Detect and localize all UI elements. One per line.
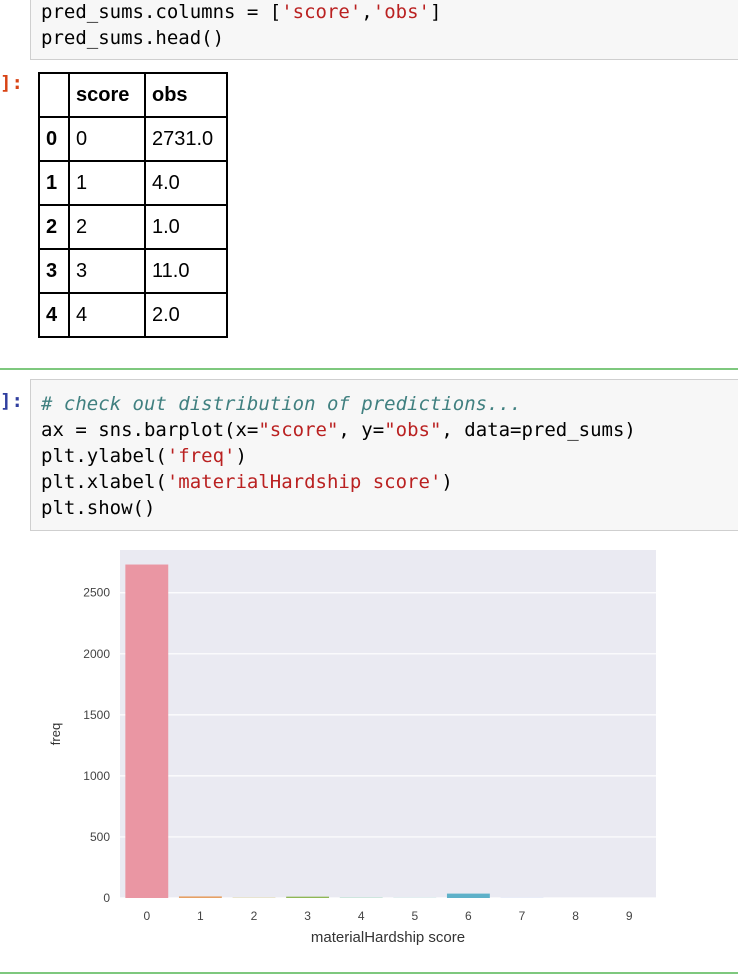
dataframe-table: score obs 0 0 2731.0 1 1 4.0 2 2 1.0 3 3… (38, 72, 228, 338)
row-index: 1 (38, 160, 70, 206)
table-cell: 2731.0 (144, 116, 228, 162)
x-tick-label: 3 (304, 909, 311, 923)
code-line: ax = sns.barplot(x="score", y="obs", dat… (41, 419, 636, 441)
table-row: 4 4 2.0 (38, 292, 228, 338)
table-row: 2 2 1.0 (38, 204, 228, 250)
bar-chart: 0 500 1000 1500 2000 2500 0 1 2 3 4 5 6 7 8 9 materialHa… (48, 550, 656, 946)
output-prompt: ]: (0, 72, 23, 94)
row-index: 0 (38, 116, 70, 162)
row-index: 3 (38, 248, 70, 294)
table-row: 1 1 4.0 (38, 160, 228, 206)
x-tick-label: 8 (572, 909, 579, 923)
row-index: 4 (38, 292, 70, 338)
table-header-cell: obs (144, 72, 228, 118)
x-tick-label: 1 (197, 909, 204, 923)
table-header-row: score obs (38, 72, 228, 118)
table-header-cell: score (68, 72, 146, 118)
code-comment: # check out distribution of predictions.… (41, 393, 522, 415)
bar (178, 896, 222, 898)
code-cell-2[interactable]: # check out distribution of predictions.… (30, 379, 738, 531)
y-tick-label: 500 (90, 830, 110, 844)
row-index: 2 (38, 204, 70, 250)
cell-divider (0, 972, 738, 974)
x-tick-label: 7 (519, 909, 526, 923)
code-cell-1[interactable]: pred_sums.columns = ['score','obs'] pred… (30, 0, 738, 60)
table-cell: 11.0 (144, 248, 228, 294)
table-cell: 4.0 (144, 160, 228, 206)
table-cell: 0 (68, 116, 146, 162)
bar (286, 896, 330, 898)
table-cell: 3 (68, 248, 146, 294)
table-cell: 2.0 (144, 292, 228, 338)
x-tick-label: 5 (411, 909, 418, 923)
x-tick-label: 6 (465, 909, 472, 923)
table-cell: 1.0 (144, 204, 228, 250)
table-header-cell (38, 72, 70, 118)
x-axis-label: materialHardship score (311, 929, 465, 946)
code-line: pred_sums.head() (41, 27, 225, 49)
code-line: plt.ylabel('freq') (41, 445, 247, 467)
y-axis-label: freq (48, 723, 63, 745)
code-line: plt.show() (41, 497, 156, 519)
x-tick-label: 0 (143, 909, 150, 923)
code-line: pred_sums.columns = ['score','obs'] (41, 1, 442, 23)
bar (446, 893, 490, 898)
y-tick-label: 2500 (83, 586, 110, 600)
x-tick-label: 2 (251, 909, 258, 923)
plot-area (120, 550, 656, 898)
table-row: 0 0 2731.0 (38, 116, 228, 162)
code-line: plt.xlabel('materialHardship score') (41, 471, 453, 493)
table-row: 3 3 11.0 (38, 248, 228, 294)
y-tick-label: 1000 (83, 769, 110, 783)
table-cell: 4 (68, 292, 146, 338)
x-tick-label: 9 (626, 909, 633, 923)
bar (125, 564, 169, 898)
input-prompt: ]: (0, 390, 23, 412)
table-cell: 1 (68, 160, 146, 206)
y-tick-label: 1500 (83, 708, 110, 722)
y-tick-label: 0 (103, 891, 110, 905)
x-tick-label: 4 (358, 909, 365, 923)
table-cell: 2 (68, 204, 146, 250)
y-tick-label: 2000 (83, 647, 110, 661)
cell-divider (0, 368, 738, 370)
